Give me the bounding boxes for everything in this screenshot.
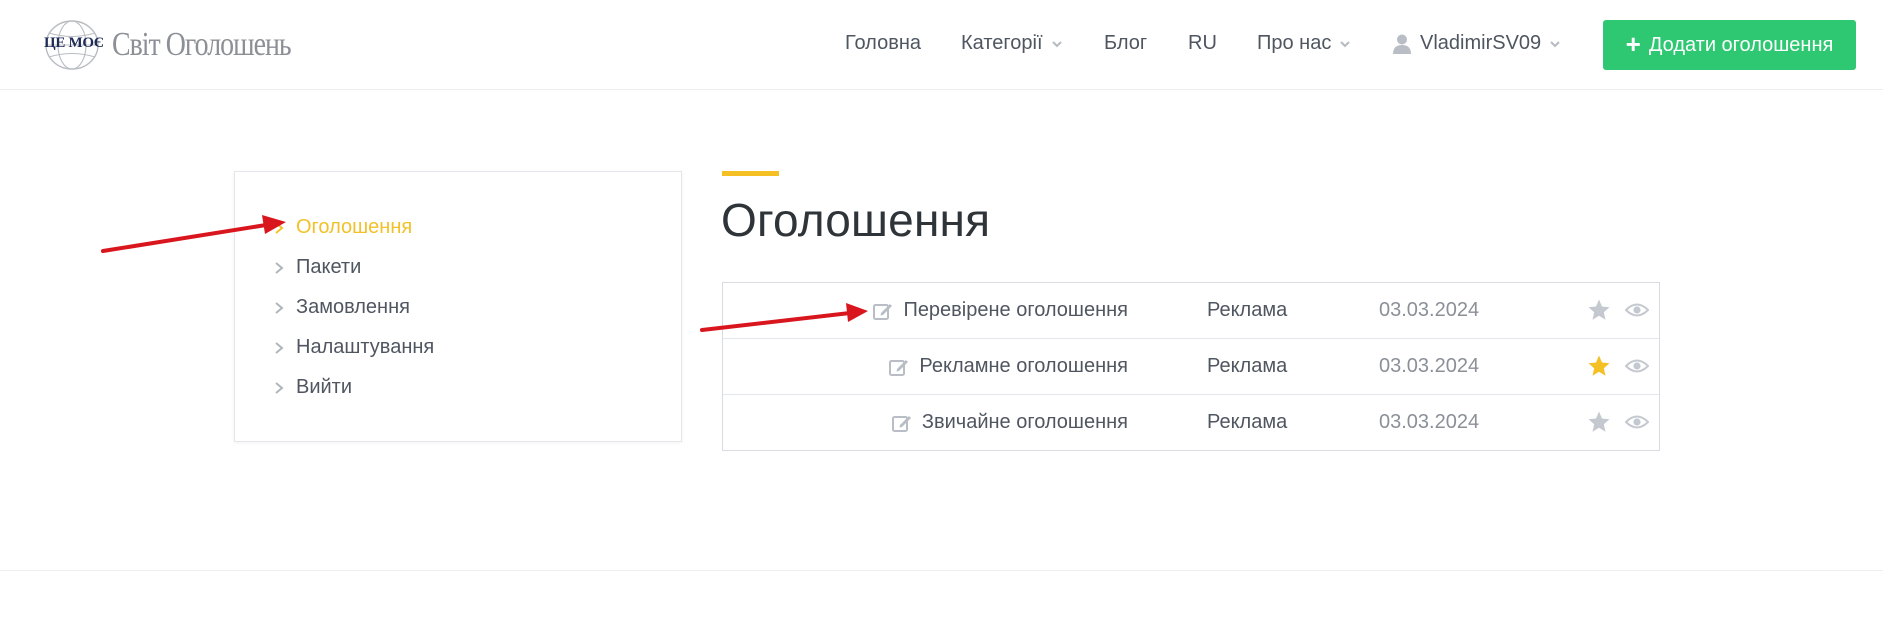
chevron-right-icon (275, 301, 284, 314)
chevron-right-icon (275, 341, 284, 354)
page-title: Оголошення (721, 194, 991, 246)
edit-icon (891, 415, 911, 432)
ad-title-link[interactable]: Рекламне оголошення (888, 355, 1128, 378)
table-row: Звичайне оголошення Реклама 03.03.2024 (723, 395, 1659, 451)
user-icon (1393, 34, 1411, 54)
sidebar-item-ads[interactable]: Оголошення (273, 216, 412, 239)
ad-date: 03.03.2024 (1379, 355, 1480, 377)
table-row: Рекламне оголошення Реклама 03.03.2024 (723, 339, 1659, 395)
nav-categories-label: Категорії (961, 32, 1043, 54)
globe-icon: ЦЕ МОЄ (38, 18, 106, 72)
sidebar-item-orders[interactable]: Замовлення (273, 296, 410, 319)
ad-title: Рекламне оголошення (919, 355, 1128, 377)
sidebar-item-packages[interactable]: Пакети (273, 256, 361, 279)
plus-icon: + (1625, 29, 1641, 59)
ad-date: 03.03.2024 (1379, 299, 1480, 321)
user-name: VladimirSV09 (1420, 32, 1542, 54)
sidebar-item-logout[interactable]: Вийти (273, 376, 352, 399)
nav-about-label: Про нас (1257, 32, 1332, 54)
nav-home[interactable]: Головна (845, 32, 921, 55)
chevron-down-icon (1340, 40, 1351, 47)
ad-category: Реклама (1207, 355, 1288, 377)
add-ad-label: Додати оголошення (1648, 33, 1834, 56)
eye-icon[interactable] (1625, 413, 1649, 431)
eye-icon[interactable] (1625, 357, 1649, 375)
sidebar-item-label: Замовлення (296, 296, 410, 318)
chevron-down-icon (1051, 40, 1062, 47)
sidebar-item-label: Оголошення (296, 216, 413, 238)
chevron-down-icon (1550, 40, 1560, 47)
chevron-right-icon (275, 261, 284, 274)
ads-table: Перевірене оголошення Реклама 03.03.2024… (722, 282, 1660, 451)
ad-category: Реклама (1207, 411, 1288, 433)
nav-language[interactable]: RU (1188, 32, 1217, 55)
chevron-right-icon (275, 381, 284, 394)
edit-icon (889, 359, 909, 376)
sidebar-item-label: Налаштування (296, 336, 435, 358)
account-sidebar: Оголошення Пакети Замовлення Налаштуванн… (234, 171, 682, 442)
nav-categories[interactable]: Категорії (961, 32, 1062, 55)
chevron-right-icon (275, 221, 284, 234)
nav-user-menu[interactable]: VladimirSV09 (1393, 32, 1560, 55)
logo-title: Світ Оголошень (112, 26, 292, 63)
logo-emblem: ЦЕ МОЄ (44, 35, 104, 51)
ad-title-link[interactable]: Перевірене оголошення (872, 299, 1128, 322)
ad-date: 03.03.2024 (1379, 411, 1480, 433)
ad-title-link[interactable]: Звичайне оголошення (891, 411, 1128, 434)
ad-category: Реклама (1207, 299, 1288, 321)
star-icon[interactable] (1587, 298, 1611, 322)
add-ad-button[interactable]: + Додати оголошення (1603, 20, 1856, 70)
star-icon[interactable] (1587, 354, 1611, 378)
sidebar-item-label: Пакети (296, 256, 362, 278)
sidebar-item-settings[interactable]: Налаштування (273, 336, 434, 359)
footer-divider (0, 570, 1883, 571)
ad-title: Перевірене оголошення (903, 299, 1128, 321)
site-logo[interactable]: ЦЕ МОЄ Світ Оголошень (38, 18, 330, 72)
ad-title: Звичайне оголошення (921, 411, 1128, 433)
star-icon[interactable] (1587, 410, 1611, 434)
site-header: ЦЕ МОЄ Світ Оголошень Головна Категорії … (0, 0, 1883, 90)
nav-blog[interactable]: Блог (1104, 32, 1147, 55)
title-accent-bar (722, 171, 779, 176)
edit-icon (873, 303, 893, 320)
eye-icon[interactable] (1625, 301, 1649, 319)
sidebar-item-label: Вийти (296, 376, 353, 398)
nav-about[interactable]: Про нас (1257, 32, 1351, 55)
table-row: Перевірене оголошення Реклама 03.03.2024 (723, 283, 1659, 339)
